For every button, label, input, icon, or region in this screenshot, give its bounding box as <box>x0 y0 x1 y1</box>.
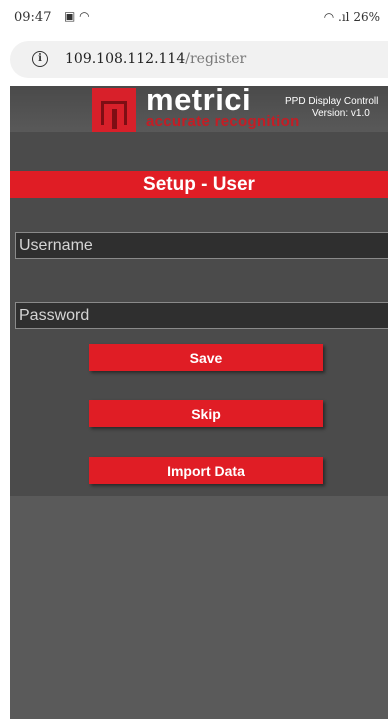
status-bar: 09:47 ▣ ◠ ◠ .ıl 26% <box>0 0 388 34</box>
metrici-logo-icon <box>92 88 136 132</box>
save-button[interactable]: Save <box>89 344 323 371</box>
app-header: metrici accurate recognition PPD Display… <box>10 82 388 132</box>
skip-button[interactable]: Skip <box>89 400 323 427</box>
app-title: PPD Display Controll <box>285 96 379 107</box>
username-field[interactable]: Username <box>15 232 388 259</box>
page-content: metrici accurate recognition PPD Display… <box>10 82 388 719</box>
status-time: 09:47 <box>14 10 52 25</box>
brand-tagline: accurate recognition <box>146 113 300 130</box>
url-host: 109.108.112.114 <box>65 51 186 67</box>
info-icon[interactable]: i <box>32 51 48 67</box>
url-text[interactable]: 109.108.112.114/register <box>65 51 246 67</box>
status-right-indicators: ◠ .ıl 26% <box>323 10 380 24</box>
url-path: /register <box>185 51 247 67</box>
password-field[interactable]: Password <box>15 302 388 329</box>
notification-icons: ▣ ◠ <box>64 9 90 23</box>
app-version: Version: v1.0 <box>312 108 370 119</box>
import-data-button[interactable]: Import Data <box>89 457 323 484</box>
address-bar[interactable]: i 109.108.112.114/register <box>10 41 388 78</box>
setup-title: Setup - User <box>10 171 388 198</box>
